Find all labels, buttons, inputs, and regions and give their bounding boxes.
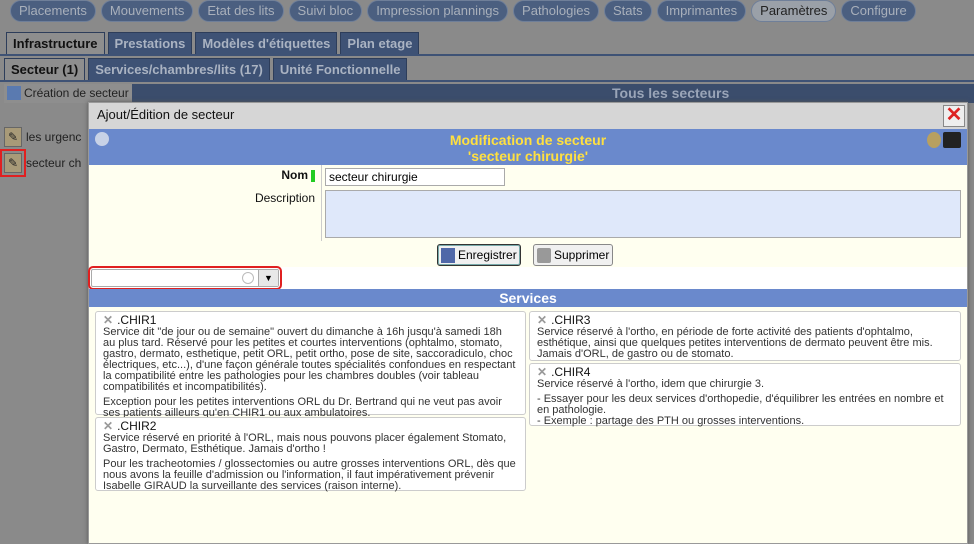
services-list: ✕ .CHIR1 Service dit "de jour ou de semai…: [89, 307, 967, 543]
tabs: Infrastructure Prestations Modèles d'éti…: [6, 32, 420, 54]
required-marker: [311, 169, 315, 182]
chevron-down-icon[interactable]: ▼: [258, 270, 278, 286]
list-header: Création de secteur Tous les secteurs: [4, 84, 974, 103]
create-label: Création de secteur: [24, 86, 129, 100]
service-description: Service réservé à l'ortho, en période de…: [537, 326, 933, 360]
floppy-icon: [441, 247, 455, 263]
service-name: .CHIR1: [117, 313, 157, 327]
service-description: Service réservé en priorité à l'ORL, mai…: [103, 432, 507, 455]
delete-label: Supprimer: [554, 248, 610, 262]
table-row: ✎ les urgenc: [4, 124, 94, 150]
service-name: .CHIR3: [551, 313, 591, 327]
save-button[interactable]: Enregistrer: [437, 244, 521, 266]
edit-icon[interactable]: ✎: [4, 127, 22, 147]
service-description: Exception pour les petites interventions…: [103, 396, 502, 419]
row-label: secteur ch: [26, 156, 82, 170]
list-title: Tous les secteurs: [612, 85, 730, 101]
service-description: Service dit "de jour ou de semaine" ouve…: [103, 326, 516, 393]
save-label: Enregistrer: [458, 248, 517, 262]
service-description: - Essayer pour les deux services d'ortho…: [537, 393, 944, 427]
subtab-services[interactable]: Services/chambres/lits (17): [88, 58, 270, 80]
service-card: ✕ .CHIR3 Service réservé à l'ortho, en pé…: [529, 311, 961, 361]
remove-icon[interactable]: ✕: [103, 419, 113, 433]
settings-icon[interactable]: [927, 132, 941, 148]
loading-icon: [242, 272, 254, 284]
create-icon: [7, 86, 21, 100]
nav-etat-des-lits[interactable]: Etat des lits: [198, 0, 284, 22]
services-header: Services: [89, 289, 967, 307]
nav-configure[interactable]: Configure: [841, 0, 916, 22]
tools-icon[interactable]: [943, 132, 961, 148]
dialog-titlebar: Ajout/Édition de secteur ✕: [89, 103, 967, 129]
subtabs: Secteur (1) Services/chambres/lits (17) …: [4, 58, 408, 80]
nav-imprimantes[interactable]: Imprimantes: [656, 0, 747, 22]
nav-pathologies[interactable]: Pathologies: [513, 0, 599, 22]
close-icon[interactable]: ✕: [943, 105, 965, 127]
create-secteur-button[interactable]: Création de secteur: [4, 84, 132, 103]
service-card: ✕ .CHIR1 Service dit "de jour ou de semai…: [95, 311, 526, 419]
nav-parametres[interactable]: Paramètres: [751, 0, 837, 22]
edit-icon[interactable]: ✎: [0, 149, 26, 177]
table-row: ✎ secteur ch: [0, 149, 94, 177]
nav-impression-plannings[interactable]: Impression plannings: [367, 0, 509, 22]
heading: Modification de secteur: [449, 132, 607, 148]
subheading: 'secteur chirurgie': [467, 148, 589, 164]
subtab-unite-fonctionnelle[interactable]: Unité Fonctionnelle: [272, 58, 408, 80]
tab-modeles-etiquettes[interactable]: Modèles d'étiquettes: [195, 32, 338, 54]
tab-infrastructure[interactable]: Infrastructure: [6, 32, 105, 54]
remove-icon[interactable]: ✕: [537, 313, 547, 327]
service-name: .CHIR4: [551, 365, 591, 379]
delete-button[interactable]: Supprimer: [533, 244, 614, 266]
edit-secteur-dialog: Ajout/Édition de secteur ✕ Modification …: [88, 102, 968, 544]
service-description: Pour les tracheotomies / glossectomies o…: [103, 458, 516, 492]
service-card: ✕ .CHIR4 Service réservé à l'ortho, idem …: [529, 363, 961, 427]
subtab-secteur[interactable]: Secteur (1): [4, 58, 86, 80]
dialog-heading: Modification de secteur 'secteur chirurg…: [89, 129, 967, 165]
secteur-form: Nom secteur chirurgie Description Enregi…: [89, 165, 967, 267]
service-card: ✕ .CHIR2 Service réservé en priorité à l'…: [95, 417, 526, 492]
nav-suivi-bloc[interactable]: Suivi bloc: [288, 0, 363, 22]
service-description: Service réservé à l'ortho, idem que chir…: [537, 378, 765, 390]
service-combo[interactable]: ▼: [88, 266, 282, 290]
description-label: Description: [254, 191, 315, 205]
divider: [0, 54, 974, 56]
tab-prestations[interactable]: Prestations: [107, 32, 193, 54]
divider: [0, 80, 974, 82]
service-name: .CHIR2: [117, 419, 157, 433]
name-label: Nom: [281, 168, 315, 182]
divider: [321, 165, 322, 241]
main-nav: Placements Mouvements Etat des lits Suiv…: [0, 0, 916, 24]
status-circle-icon: [95, 132, 109, 146]
nav-mouvements[interactable]: Mouvements: [100, 0, 194, 22]
nav-stats[interactable]: Stats: [604, 0, 652, 22]
trash-icon: [537, 247, 551, 263]
nav-placements[interactable]: Placements: [10, 0, 96, 22]
remove-icon[interactable]: ✕: [103, 313, 113, 327]
remove-icon[interactable]: ✕: [537, 365, 547, 379]
row-label: les urgenc: [26, 130, 82, 144]
name-input[interactable]: secteur chirurgie: [325, 168, 505, 186]
description-textarea[interactable]: [325, 190, 961, 238]
dialog-title: Ajout/Édition de secteur: [97, 107, 235, 122]
tab-plan-etage[interactable]: Plan etage: [340, 32, 420, 54]
